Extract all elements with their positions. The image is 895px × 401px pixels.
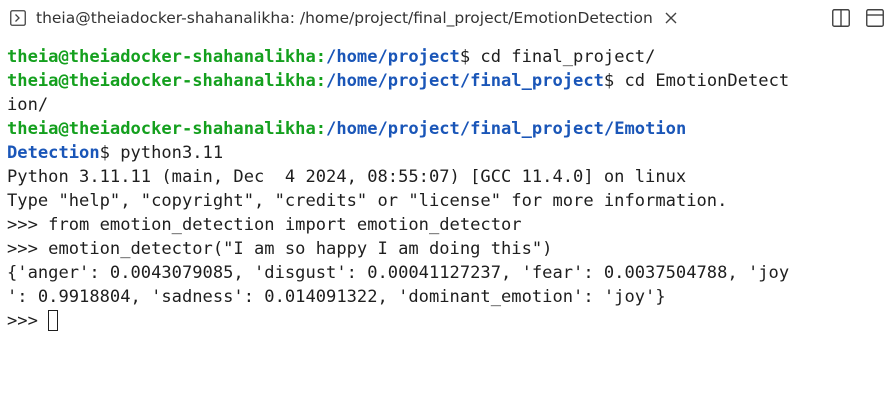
terminal-line: >>> — [7, 309, 889, 333]
prompt-user: theia@theiadocker-shahanalikha — [7, 119, 316, 139]
terminal-output[interactable]: theia@theiadocker-shahanalikha:/home/pro… — [7, 45, 889, 395]
terminal-line: {'anger': 0.0043079085, 'disgust': 0.000… — [7, 263, 790, 283]
prompt-path: /home/project/final_project — [326, 71, 604, 91]
terminal-tab[interactable]: theia@theiadocker-shahanalikha: /home/pr… — [0, 0, 679, 36]
tab-title: theia@theiadocker-shahanalikha: /home/pr… — [36, 9, 653, 27]
prompt-user: theia@theiadocker-shahanalikha — [7, 47, 316, 67]
python-prompt: >>> — [7, 311, 49, 331]
terminal-line: theia@theiadocker-shahanalikha:/home/pro… — [7, 45, 889, 69]
terminal-line: ': 0.9918804, 'sadness': 0.014091322, 'd… — [7, 287, 666, 307]
terminal-line: Python 3.11.11 (main, Dec 4 2024, 08:55:… — [7, 167, 687, 187]
terminal-line: >>> from emotion_detection import emotio… — [7, 215, 522, 235]
command-text: $ cd final_project/ — [459, 47, 656, 67]
terminal-tab-bar: theia@theiadocker-shahanalikha: /home/pr… — [0, 0, 895, 36]
terminal-line: >>> emotion_detector("I am so happy I am… — [7, 239, 553, 259]
terminal-line: theia@theiadocker-shahanalikha:/home/pro… — [7, 117, 889, 141]
terminal-icon — [10, 10, 26, 26]
prompt-path: /home/project/final_project/Emotion — [326, 119, 687, 139]
prompt-path: Detection — [7, 143, 100, 163]
terminal-line: theia@theiadocker-shahanalikha:/home/pro… — [7, 69, 889, 93]
terminal-line: Type "help", "copyright", "credits" or "… — [7, 191, 728, 211]
split-editor-icon[interactable] — [831, 8, 851, 28]
terminal-line: Detection$ python3.11 — [7, 141, 889, 165]
terminal-cursor[interactable] — [48, 310, 59, 331]
prompt-user: theia@theiadocker-shahanalikha — [7, 71, 316, 91]
tab-toolbar — [831, 8, 885, 28]
command-text: ion/ — [7, 95, 49, 115]
terminal-line: ion/ — [7, 93, 889, 117]
close-icon[interactable] — [663, 10, 679, 26]
prompt-path: /home/project — [326, 47, 460, 67]
prompt-colon: : — [315, 71, 327, 91]
command-text: $ python3.11 — [99, 143, 224, 163]
prompt-colon: : — [315, 47, 327, 67]
prompt-colon: : — [315, 119, 327, 139]
maximize-panel-icon[interactable] — [865, 8, 885, 28]
command-text: $ cd EmotionDetect — [603, 71, 790, 91]
